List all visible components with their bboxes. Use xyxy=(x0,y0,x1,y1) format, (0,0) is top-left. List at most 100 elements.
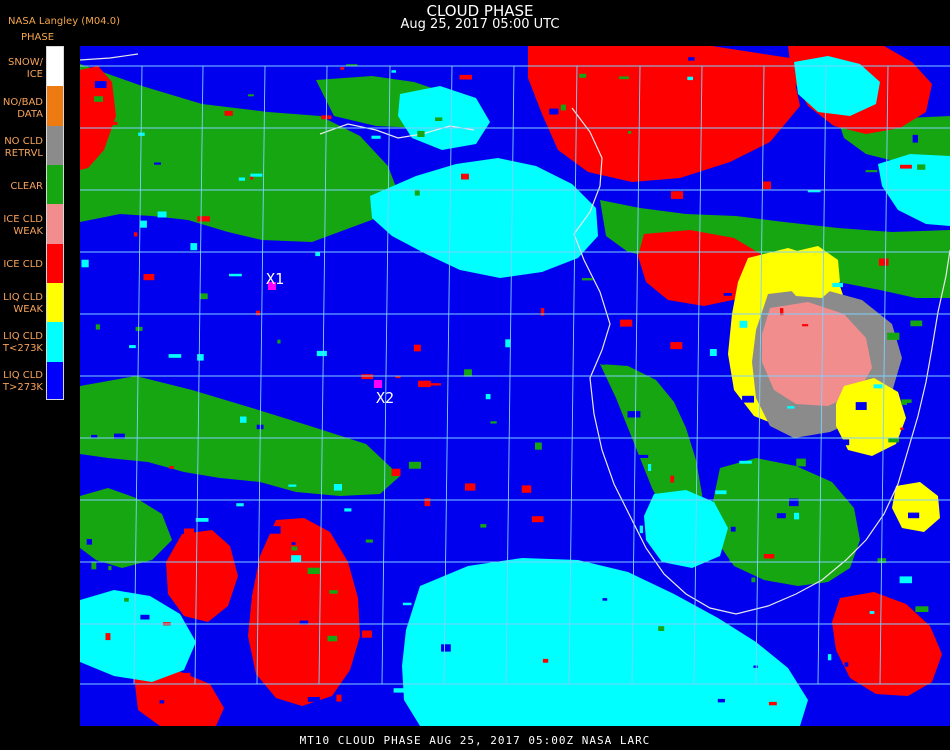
cloud-fragment xyxy=(183,672,191,676)
footer-caption: MT10 CLOUD PHASE AUG 25, 2017 05:00Z NAS… xyxy=(0,734,950,750)
legend-swatch-liquid-cloud-weak xyxy=(47,282,63,323)
cloud-fragment xyxy=(670,342,683,350)
cloud-fragment xyxy=(796,458,806,467)
cloud-fragment xyxy=(670,475,675,483)
cloud-fragment xyxy=(94,81,107,88)
cloud-fragment xyxy=(832,282,843,288)
legend-swatch-no-cloud-retrieval xyxy=(47,125,63,165)
cloud-fragment xyxy=(627,411,641,418)
cloud-fragment xyxy=(688,57,695,61)
cloud-fragment xyxy=(601,359,606,365)
cloud-fragment xyxy=(620,319,633,327)
cloud-fragment xyxy=(429,383,441,386)
legend-label-liquid-cloud-weak: LIQ CLD WEAK xyxy=(3,292,43,315)
legend-label-no-bad-data: NO/BAD DATA xyxy=(2,97,43,120)
cloud-fragment xyxy=(435,117,443,121)
cloud-fragment xyxy=(86,539,92,545)
cloud-fragment xyxy=(361,374,373,380)
cloud-fragment xyxy=(910,320,923,327)
cloud-fragment xyxy=(475,234,489,237)
cloud-fragment xyxy=(631,593,638,598)
cloud-fragment xyxy=(344,508,352,512)
cloud-fragment xyxy=(799,647,806,655)
legend-swatch-liquid-cloud-cold xyxy=(47,322,63,362)
cloud-fragment xyxy=(842,177,853,181)
cloud-fragment xyxy=(336,694,342,702)
cloud-fragment xyxy=(560,236,567,241)
cloud-fragment xyxy=(140,614,150,620)
cloud-fragment xyxy=(915,606,929,612)
cloud-fragment xyxy=(195,518,209,522)
cloud-fragment xyxy=(763,554,775,559)
cloud-fragment xyxy=(224,110,233,116)
cloud-fragment xyxy=(759,651,767,657)
legend-label-liquid-cloud-warm: LIQ CLD T>273K xyxy=(2,370,43,393)
cloud-fragment xyxy=(544,232,552,235)
legend-label-ice-cloud: ICE CLD xyxy=(3,259,43,270)
legend-label-no-cloud-retrieval: NO CLD RETRVL xyxy=(4,136,43,159)
cloud-fragment xyxy=(402,602,412,606)
cloud-fragment xyxy=(124,597,129,602)
cloud-fragment xyxy=(648,464,652,471)
cloud-fragment xyxy=(873,384,883,389)
map-canvas: X1 X2 xyxy=(80,46,950,726)
cloud-fragment xyxy=(304,630,317,639)
cloud-fragment xyxy=(878,258,889,266)
cloud-fragment xyxy=(316,350,327,357)
cloud-fragment xyxy=(361,630,372,638)
point-marker-x2 xyxy=(374,380,382,388)
cloud-fragment xyxy=(291,542,296,545)
cloud-fragment xyxy=(751,577,756,583)
cloud-fragment xyxy=(855,402,867,410)
cloud-fragment xyxy=(248,94,254,97)
cloud-fragment xyxy=(459,74,472,80)
legend-label-ice-cloud-weak: ICE CLD WEAK xyxy=(3,214,43,237)
cloud-fragment xyxy=(709,349,717,356)
cloud-fragment xyxy=(602,598,608,601)
cloud-fragment xyxy=(408,461,421,469)
cloud-fragment xyxy=(274,404,279,411)
cloud-fragment xyxy=(899,576,912,584)
cloud-fragment xyxy=(888,438,900,443)
map-timestamp: Aug 25, 2017 05:00 UTC xyxy=(400,17,560,32)
cloud-fragment xyxy=(340,67,345,70)
legend-label-clear: CLEAR xyxy=(10,181,43,192)
cloud-fragment xyxy=(391,70,396,73)
cloud-fragment xyxy=(639,525,643,534)
cloud-fragment xyxy=(291,555,302,562)
cloud-fragment xyxy=(628,131,632,134)
cloud-fragment xyxy=(560,104,566,111)
legend-label-liquid-cloud-cold: LIQ CLD T<273K xyxy=(2,331,43,354)
cloud-fragment xyxy=(658,626,665,631)
cloud-fragment xyxy=(730,526,736,532)
legend-swatch-ice-cloud xyxy=(47,243,63,283)
cloud-fragment xyxy=(633,147,643,150)
cloud-fragment xyxy=(143,274,155,281)
cloud-fragment xyxy=(159,700,165,704)
cloud-fragment xyxy=(181,197,189,201)
cloud-fragment xyxy=(480,524,487,528)
cloud-fragment xyxy=(461,173,469,180)
cloud-fragment xyxy=(869,611,875,614)
cloud-fragment xyxy=(776,513,786,519)
cloud-fragment xyxy=(527,624,540,629)
cloud-fragment xyxy=(240,416,247,423)
cloud-fragment xyxy=(908,512,920,519)
legend-swatch-liquid-cloud-warm xyxy=(47,361,63,399)
cloud-fragment xyxy=(329,590,338,594)
cloud-fragment xyxy=(277,339,281,344)
point-label-x1: X1 xyxy=(266,270,284,288)
cloud-fragment xyxy=(327,635,338,642)
cloud-fragment xyxy=(441,644,451,652)
legend-swatch-clear xyxy=(47,164,63,205)
cloud-fragment xyxy=(129,345,136,349)
legend-color-bar xyxy=(46,46,64,400)
cloud-fragment xyxy=(197,216,210,222)
cloud-fragment xyxy=(236,503,244,507)
cloud-fragment xyxy=(739,460,752,464)
cloud-fragment xyxy=(723,293,732,296)
cloud-fragment xyxy=(906,402,918,410)
cloud-fragment xyxy=(802,324,809,327)
cloud-fragment xyxy=(762,181,771,190)
cloud-fragment xyxy=(322,356,334,364)
